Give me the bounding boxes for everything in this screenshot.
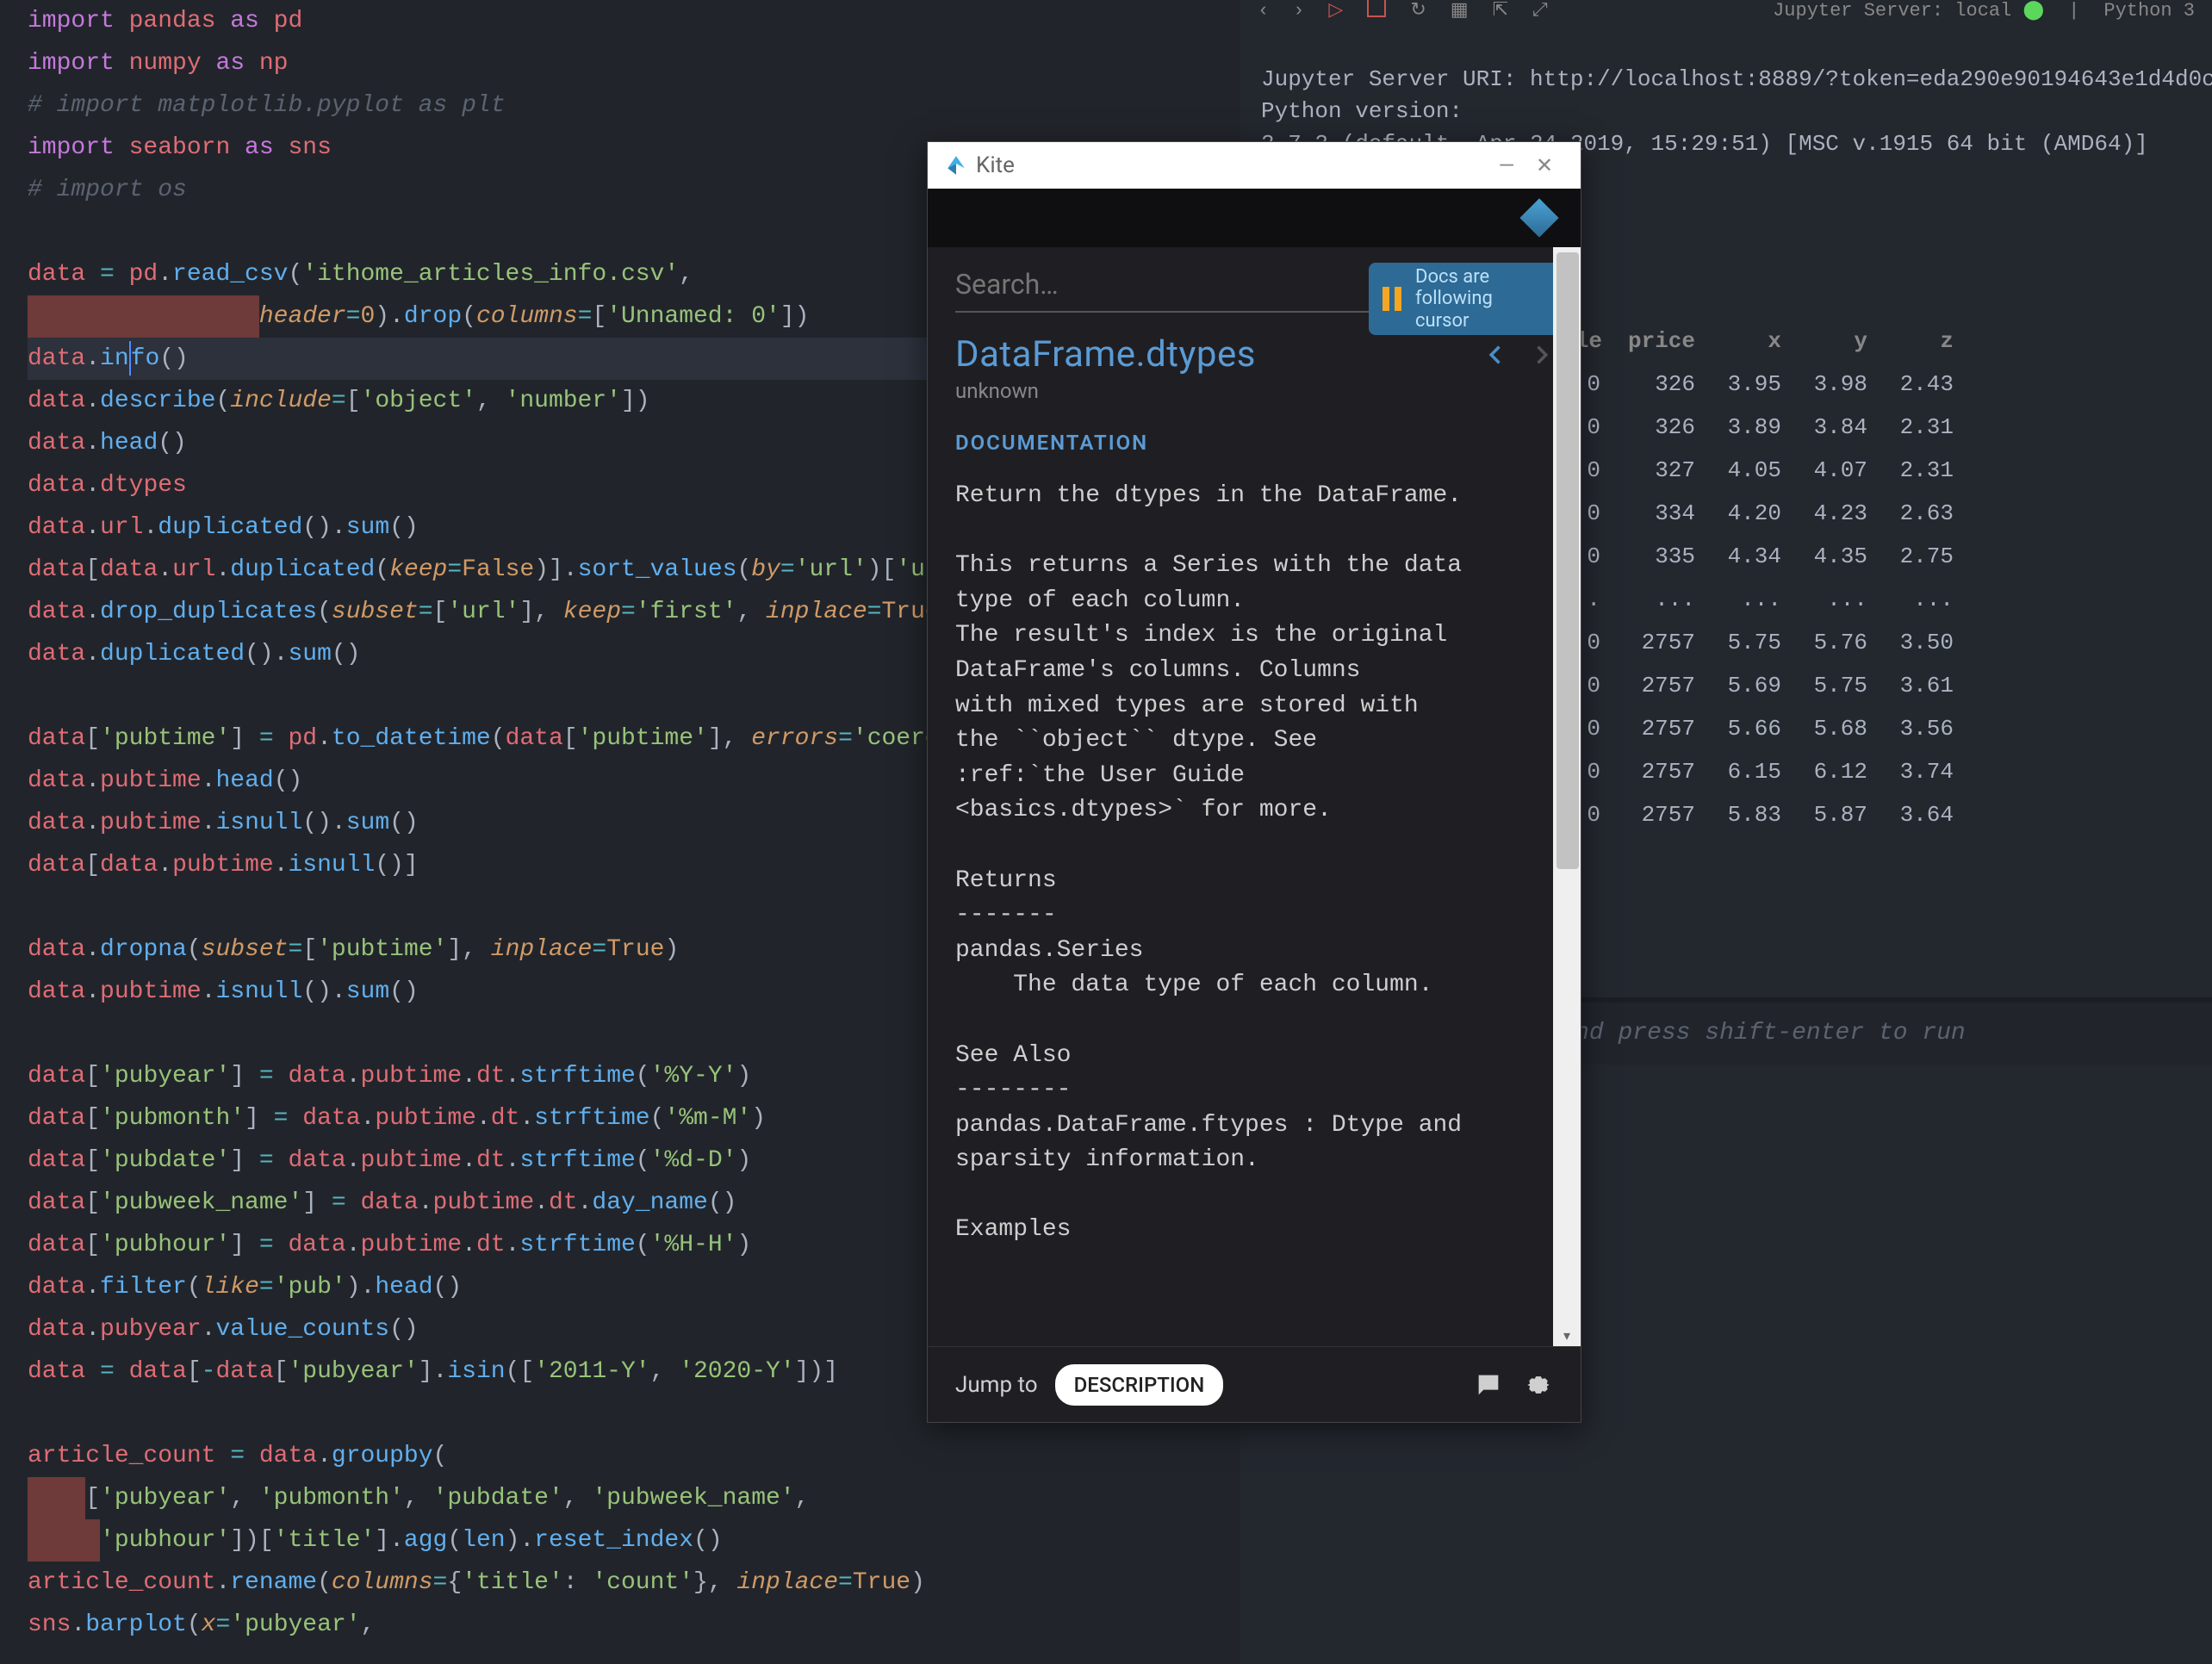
history-back-icon[interactable]: [1484, 343, 1508, 367]
comment: # import os: [28, 177, 187, 203]
kite-titlebar[interactable]: Kite — ✕: [928, 142, 1581, 189]
chat-icon[interactable]: [1474, 1370, 1503, 1400]
restart-icon[interactable]: ↻: [1410, 0, 1426, 22]
symbol-title: DataFrame.dtypes: [955, 333, 1256, 376]
follow-cursor-badge[interactable]: Docs are following cursor: [1369, 263, 1563, 335]
scrollbar-thumb[interactable]: [1556, 252, 1579, 869]
symbol-kind: unknown: [955, 379, 1553, 403]
jump-description-pill[interactable]: DESCRIPTION: [1055, 1364, 1224, 1406]
documentation-heading: DOCUMENTATION: [955, 431, 1553, 455]
scrollbar[interactable]: ▴ ▾: [1553, 247, 1581, 1346]
scroll-down-icon[interactable]: ▾: [1558, 1327, 1575, 1344]
kite-toolbar: [928, 189, 1581, 247]
toolbar-chevron-left-icon[interactable]: ‹: [1258, 0, 1269, 22]
export-icon[interactable]: ⇱: [1493, 0, 1508, 22]
gear-icon[interactable]: [1524, 1370, 1553, 1400]
run-icon[interactable]: ▷: [1328, 0, 1343, 22]
pause-icon: [1382, 287, 1401, 311]
jump-to-label: Jump to: [955, 1372, 1038, 1398]
documentation-body: Return the dtypes in the DataFrame. This…: [955, 479, 1553, 1248]
python-version-status[interactable]: Python 3: [2103, 0, 2195, 22]
kite-diamond-icon[interactable]: [1519, 198, 1558, 237]
minimize-icon[interactable]: —: [1488, 153, 1525, 177]
kite-copilot-window[interactable]: Kite — ✕ Docs are following cursor DataF…: [927, 141, 1581, 1423]
server-status[interactable]: Jupyter Server: local ⬤: [1773, 0, 2044, 22]
expand-icon[interactable]: ⤢: [1532, 0, 1548, 22]
comment: # import matplotlib.pyplot as plt: [28, 92, 506, 119]
kite-window-title: Kite: [976, 152, 1488, 178]
follow-label: Docs are following cursor: [1415, 266, 1550, 332]
jupyter-toolbar: ‹ › ▷ ↻ ▦ ⇱ ⤢ Jupyter Server: local ⬤ | …: [1240, 0, 2212, 21]
stop-icon[interactable]: [1367, 0, 1386, 23]
kite-logo-icon: [945, 154, 967, 177]
kite-footer: Jump to DESCRIPTION: [928, 1346, 1581, 1422]
toolbar-chevron-right-icon[interactable]: ›: [1293, 0, 1304, 22]
history-forward-icon[interactable]: [1529, 343, 1553, 367]
grid-icon[interactable]: ▦: [1451, 0, 1469, 22]
close-icon[interactable]: ✕: [1525, 153, 1563, 177]
